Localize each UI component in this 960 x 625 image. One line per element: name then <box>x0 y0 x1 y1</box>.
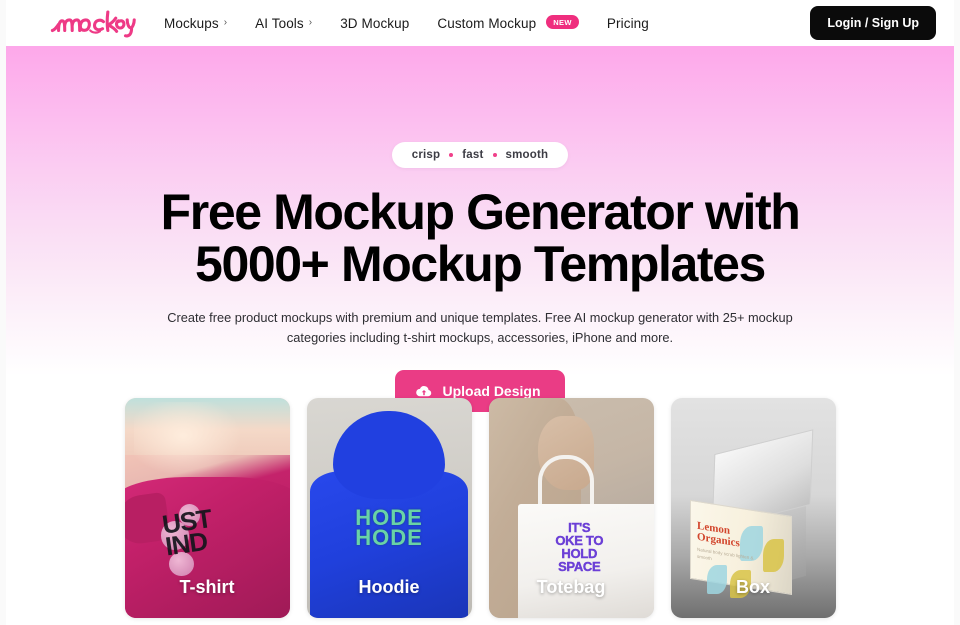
mockey-logo[interactable] <box>48 6 136 40</box>
top-navbar: Mockups › AI Tools › 3D Mockup Custom Mo… <box>0 0 960 46</box>
category-card-hoodie[interactable]: HODE HODE Hoodie <box>306 398 472 618</box>
nav-item-ai-tools[interactable]: AI Tools › <box>255 16 312 31</box>
headline-line-2: 5000+ Mockup Templates <box>195 236 766 292</box>
category-card-grid: UST IND T-shirt HODE HODE Hoodie IT'S OK… <box>0 398 960 618</box>
card-label-box: Box <box>735 577 770 597</box>
pill-word-crisp: crisp <box>411 149 441 161</box>
nav-item-mockups[interactable]: Mockups › <box>164 16 227 31</box>
cloud-upload-icon <box>415 382 433 400</box>
new-badge: NEW <box>546 14 579 30</box>
page-title: Free Mockup Generator with 5000+ Mockup … <box>0 186 960 290</box>
page-root: Mockups › AI Tools › 3D Mockup Custom Mo… <box>0 0 960 625</box>
login-signup-button[interactable]: Login / Sign Up <box>810 6 936 40</box>
card-label-tshirt: T-shirt <box>179 577 235 597</box>
headline-line-1: Free Mockup Generator with <box>160 184 801 240</box>
nav-item-label: Custom Mockup <box>437 15 537 31</box>
nav-item-3d-mockup[interactable]: 3D Mockup <box>340 16 409 31</box>
card-label-totebag: Totebag <box>536 577 606 597</box>
category-card-totebag[interactable]: IT'S OKE TO HOLD SPACE Totebag <box>488 398 654 618</box>
nav-item-label: Pricing <box>606 15 649 31</box>
hoodie-print-graphic: HODE HODE <box>355 505 423 550</box>
pill-word-smooth: smooth <box>505 149 549 161</box>
nav-item-custom-mockup[interactable]: Custom Mockup NEW <box>437 14 579 31</box>
nav-links: Mockups › AI Tools › 3D Mockup Custom Mo… <box>164 14 649 31</box>
feature-pill: crisp fast smooth <box>391 142 569 168</box>
pill-dot-icon <box>492 153 497 157</box>
pill-word-fast: fast <box>462 149 484 161</box>
chevron-right-icon: › <box>223 17 228 28</box>
nav-item-pricing[interactable]: Pricing <box>607 16 649 31</box>
card-label-hoodie: Hoodie <box>358 577 420 597</box>
hero-section: crisp fast smooth Free Mockup Generator … <box>0 46 960 412</box>
hero-subtitle: Create free product mockups with premium… <box>167 310 793 345</box>
pill-dot-icon <box>449 153 454 157</box>
nav-item-label: AI Tools <box>255 15 304 31</box>
category-card-box[interactable]: Lemon Organics Natural body scrub lighte… <box>670 398 836 618</box>
category-card-tshirt[interactable]: UST IND T-shirt <box>124 398 290 618</box>
nav-item-label: Mockups <box>164 15 219 31</box>
nav-item-label: 3D Mockup <box>340 15 410 31</box>
chevron-right-icon: › <box>308 17 313 28</box>
upload-design-label: Upload Design <box>442 382 541 399</box>
